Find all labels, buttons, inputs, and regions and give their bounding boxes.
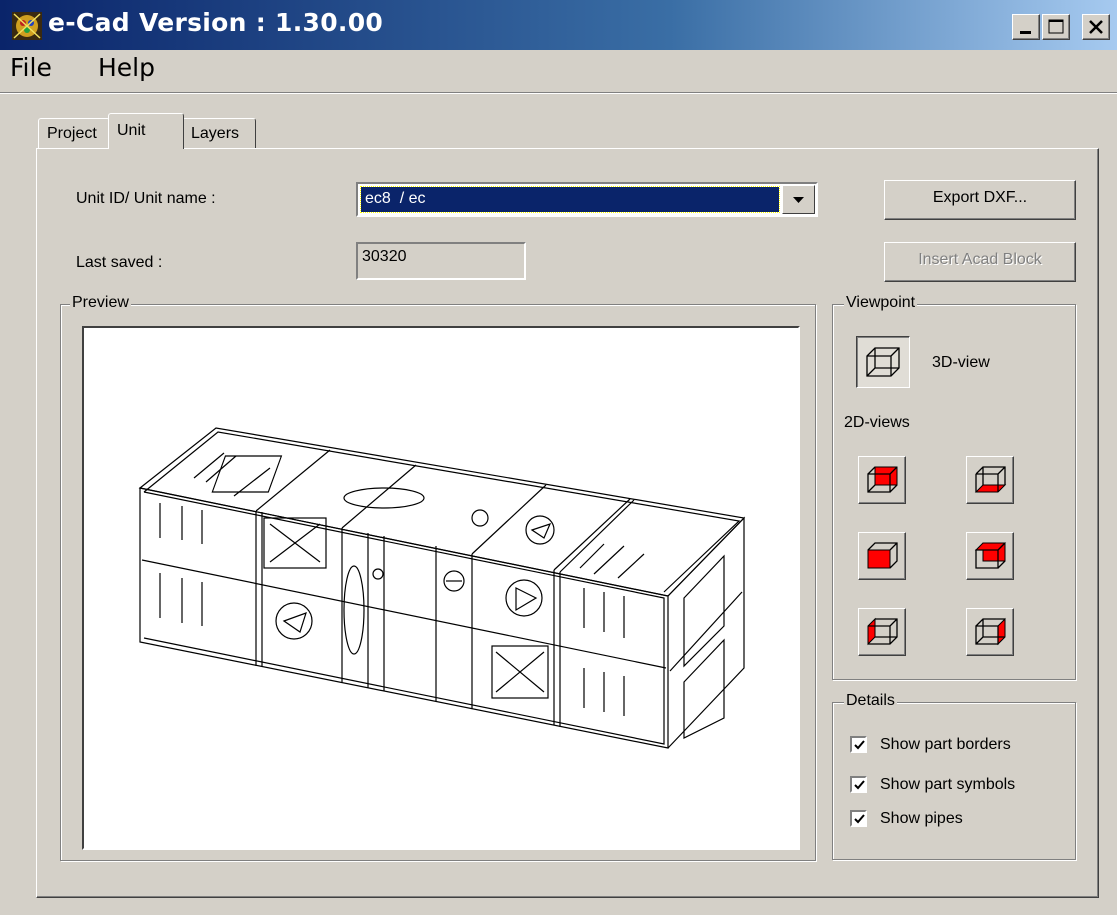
menu-separator xyxy=(0,92,1117,94)
unit-id-label: Unit ID/ Unit name : xyxy=(76,190,216,207)
preview-title: Preview xyxy=(70,294,131,312)
view-back-button[interactable] xyxy=(858,532,906,580)
show-part-symbols-label[interactable]: Show part symbols xyxy=(880,776,1015,794)
export-dxf-button[interactable]: Export DXF... xyxy=(884,180,1076,220)
app-icon xyxy=(12,12,42,40)
unit-3d-drawing xyxy=(138,427,746,749)
maximize-icon xyxy=(1048,19,1064,34)
last-saved-label: Last saved : xyxy=(76,254,163,271)
details-title: Details xyxy=(844,692,897,710)
show-part-borders-label[interactable]: Show part borders xyxy=(880,736,1011,754)
view-left-button[interactable] xyxy=(858,608,906,656)
cube-icon xyxy=(867,617,898,646)
view-front-button[interactable] xyxy=(858,456,906,504)
checkmark-icon xyxy=(854,740,865,750)
show-pipes-checkbox[interactable] xyxy=(850,810,867,827)
close-icon xyxy=(1089,20,1103,34)
cube-icon xyxy=(974,466,1007,493)
checkmark-icon xyxy=(854,814,865,824)
cube-icon xyxy=(974,542,1007,569)
views-2d-label: 2D-views xyxy=(844,414,910,431)
show-pipes-label[interactable]: Show pipes xyxy=(880,810,963,828)
unit-select-value: ec8 / ec xyxy=(360,186,780,213)
cube-icon xyxy=(867,466,898,493)
minimize-button[interactable] xyxy=(1012,14,1040,40)
dropdown-arrow-icon xyxy=(793,197,804,203)
unit-select-dropdown-button[interactable] xyxy=(782,185,815,214)
minimize-icon xyxy=(1020,31,1031,34)
view-right-button[interactable] xyxy=(966,608,1014,656)
last-saved-field: 30320 xyxy=(356,242,526,280)
close-button[interactable] xyxy=(1082,14,1110,40)
title-bar[interactable]: e-Cad Version : 1.30.00 xyxy=(0,0,1117,50)
cube-icon xyxy=(866,347,900,377)
view-top-button[interactable] xyxy=(966,532,1014,580)
preview-canvas[interactable] xyxy=(82,326,800,850)
viewpoint-title: Viewpoint xyxy=(844,294,918,312)
cube-icon xyxy=(975,617,1006,646)
view-3d-button[interactable] xyxy=(856,336,910,388)
checkmark-icon xyxy=(854,780,865,790)
show-part-symbols-checkbox[interactable] xyxy=(850,776,867,793)
maximize-button[interactable] xyxy=(1042,14,1070,40)
menu-help[interactable]: Help xyxy=(94,53,159,82)
window-title: e-Cad Version : 1.30.00 xyxy=(48,8,384,37)
view-3d-label: 3D-view xyxy=(932,354,990,371)
view-bottom-button[interactable] xyxy=(966,456,1014,504)
menu-file[interactable]: File xyxy=(6,53,56,82)
tab-project[interactable]: Project xyxy=(38,118,110,148)
tab-unit[interactable]: Unit xyxy=(108,113,184,149)
show-part-borders-checkbox[interactable] xyxy=(850,736,867,753)
insert-acad-block-button[interactable]: Insert Acad Block xyxy=(884,242,1076,282)
cube-icon xyxy=(867,542,898,569)
tab-layers[interactable]: Layers xyxy=(182,118,256,148)
unit-select[interactable]: ec8 / ec xyxy=(356,182,818,217)
